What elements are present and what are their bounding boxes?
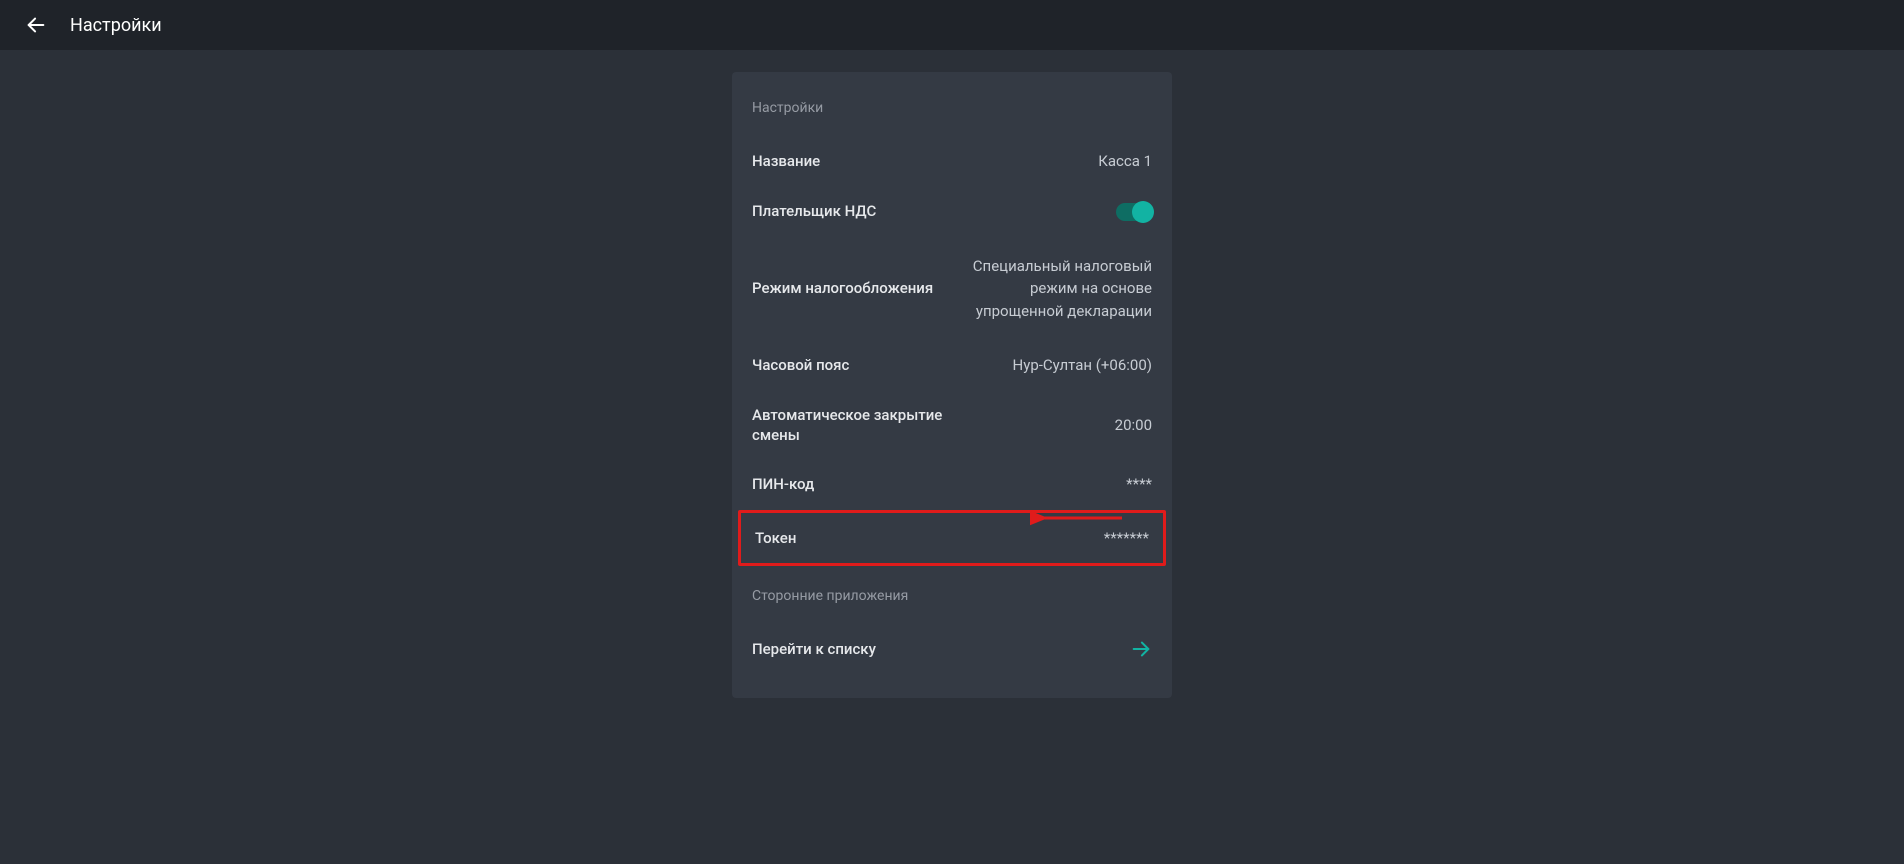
arrow-left-icon <box>25 14 47 36</box>
value-pin: **** <box>1126 473 1152 496</box>
page-title: Настройки <box>70 15 162 36</box>
value-name: Касса 1 <box>1098 150 1152 173</box>
value-tax-mode: Специальный налоговый режим на основе уп… <box>942 255 1152 323</box>
label-timezone: Часовой пояс <box>752 355 849 375</box>
label-token: Токен <box>755 528 796 548</box>
label-name: Название <box>752 151 820 171</box>
label-auto-close: Автоматическое закрытие смены <box>752 405 962 446</box>
value-token: ******* <box>1104 527 1149 550</box>
toggle-knob <box>1132 201 1154 223</box>
label-tax-mode: Режим налогообложения <box>752 278 933 298</box>
section-settings-title: Настройки <box>732 92 1172 136</box>
row-pin[interactable]: ПИН-код **** <box>732 459 1172 510</box>
section-apps-title: Сторонние приложения <box>732 566 1172 624</box>
label-vat: Плательщик НДС <box>752 201 876 221</box>
label-go-list: Перейти к списку <box>752 639 876 659</box>
token-highlight: Токен ******* <box>738 510 1166 567</box>
row-go-list[interactable]: Перейти к списку <box>732 624 1172 674</box>
row-timezone[interactable]: Часовой пояс Нур-Султан (+06:00) <box>732 340 1172 391</box>
arrow-right-icon <box>1130 638 1152 660</box>
vat-toggle[interactable] <box>1116 203 1152 221</box>
row-token[interactable]: Токен ******* <box>741 513 1163 564</box>
row-vat[interactable]: Плательщик НДС <box>732 187 1172 237</box>
value-timezone: Нур-Султан (+06:00) <box>1013 354 1152 377</box>
back-button[interactable] <box>20 9 52 41</box>
app-header: Настройки <box>0 0 1904 50</box>
value-auto-close: 20:00 <box>1115 414 1152 437</box>
row-name[interactable]: Название Касса 1 <box>732 136 1172 187</box>
row-tax-mode[interactable]: Режим налогообложения Специальный налого… <box>732 237 1172 341</box>
row-auto-close[interactable]: Автоматическое закрытие смены 20:00 <box>732 391 1172 460</box>
label-pin: ПИН-код <box>752 474 814 494</box>
settings-panel: Настройки Название Касса 1 Плательщик НД… <box>732 72 1172 698</box>
